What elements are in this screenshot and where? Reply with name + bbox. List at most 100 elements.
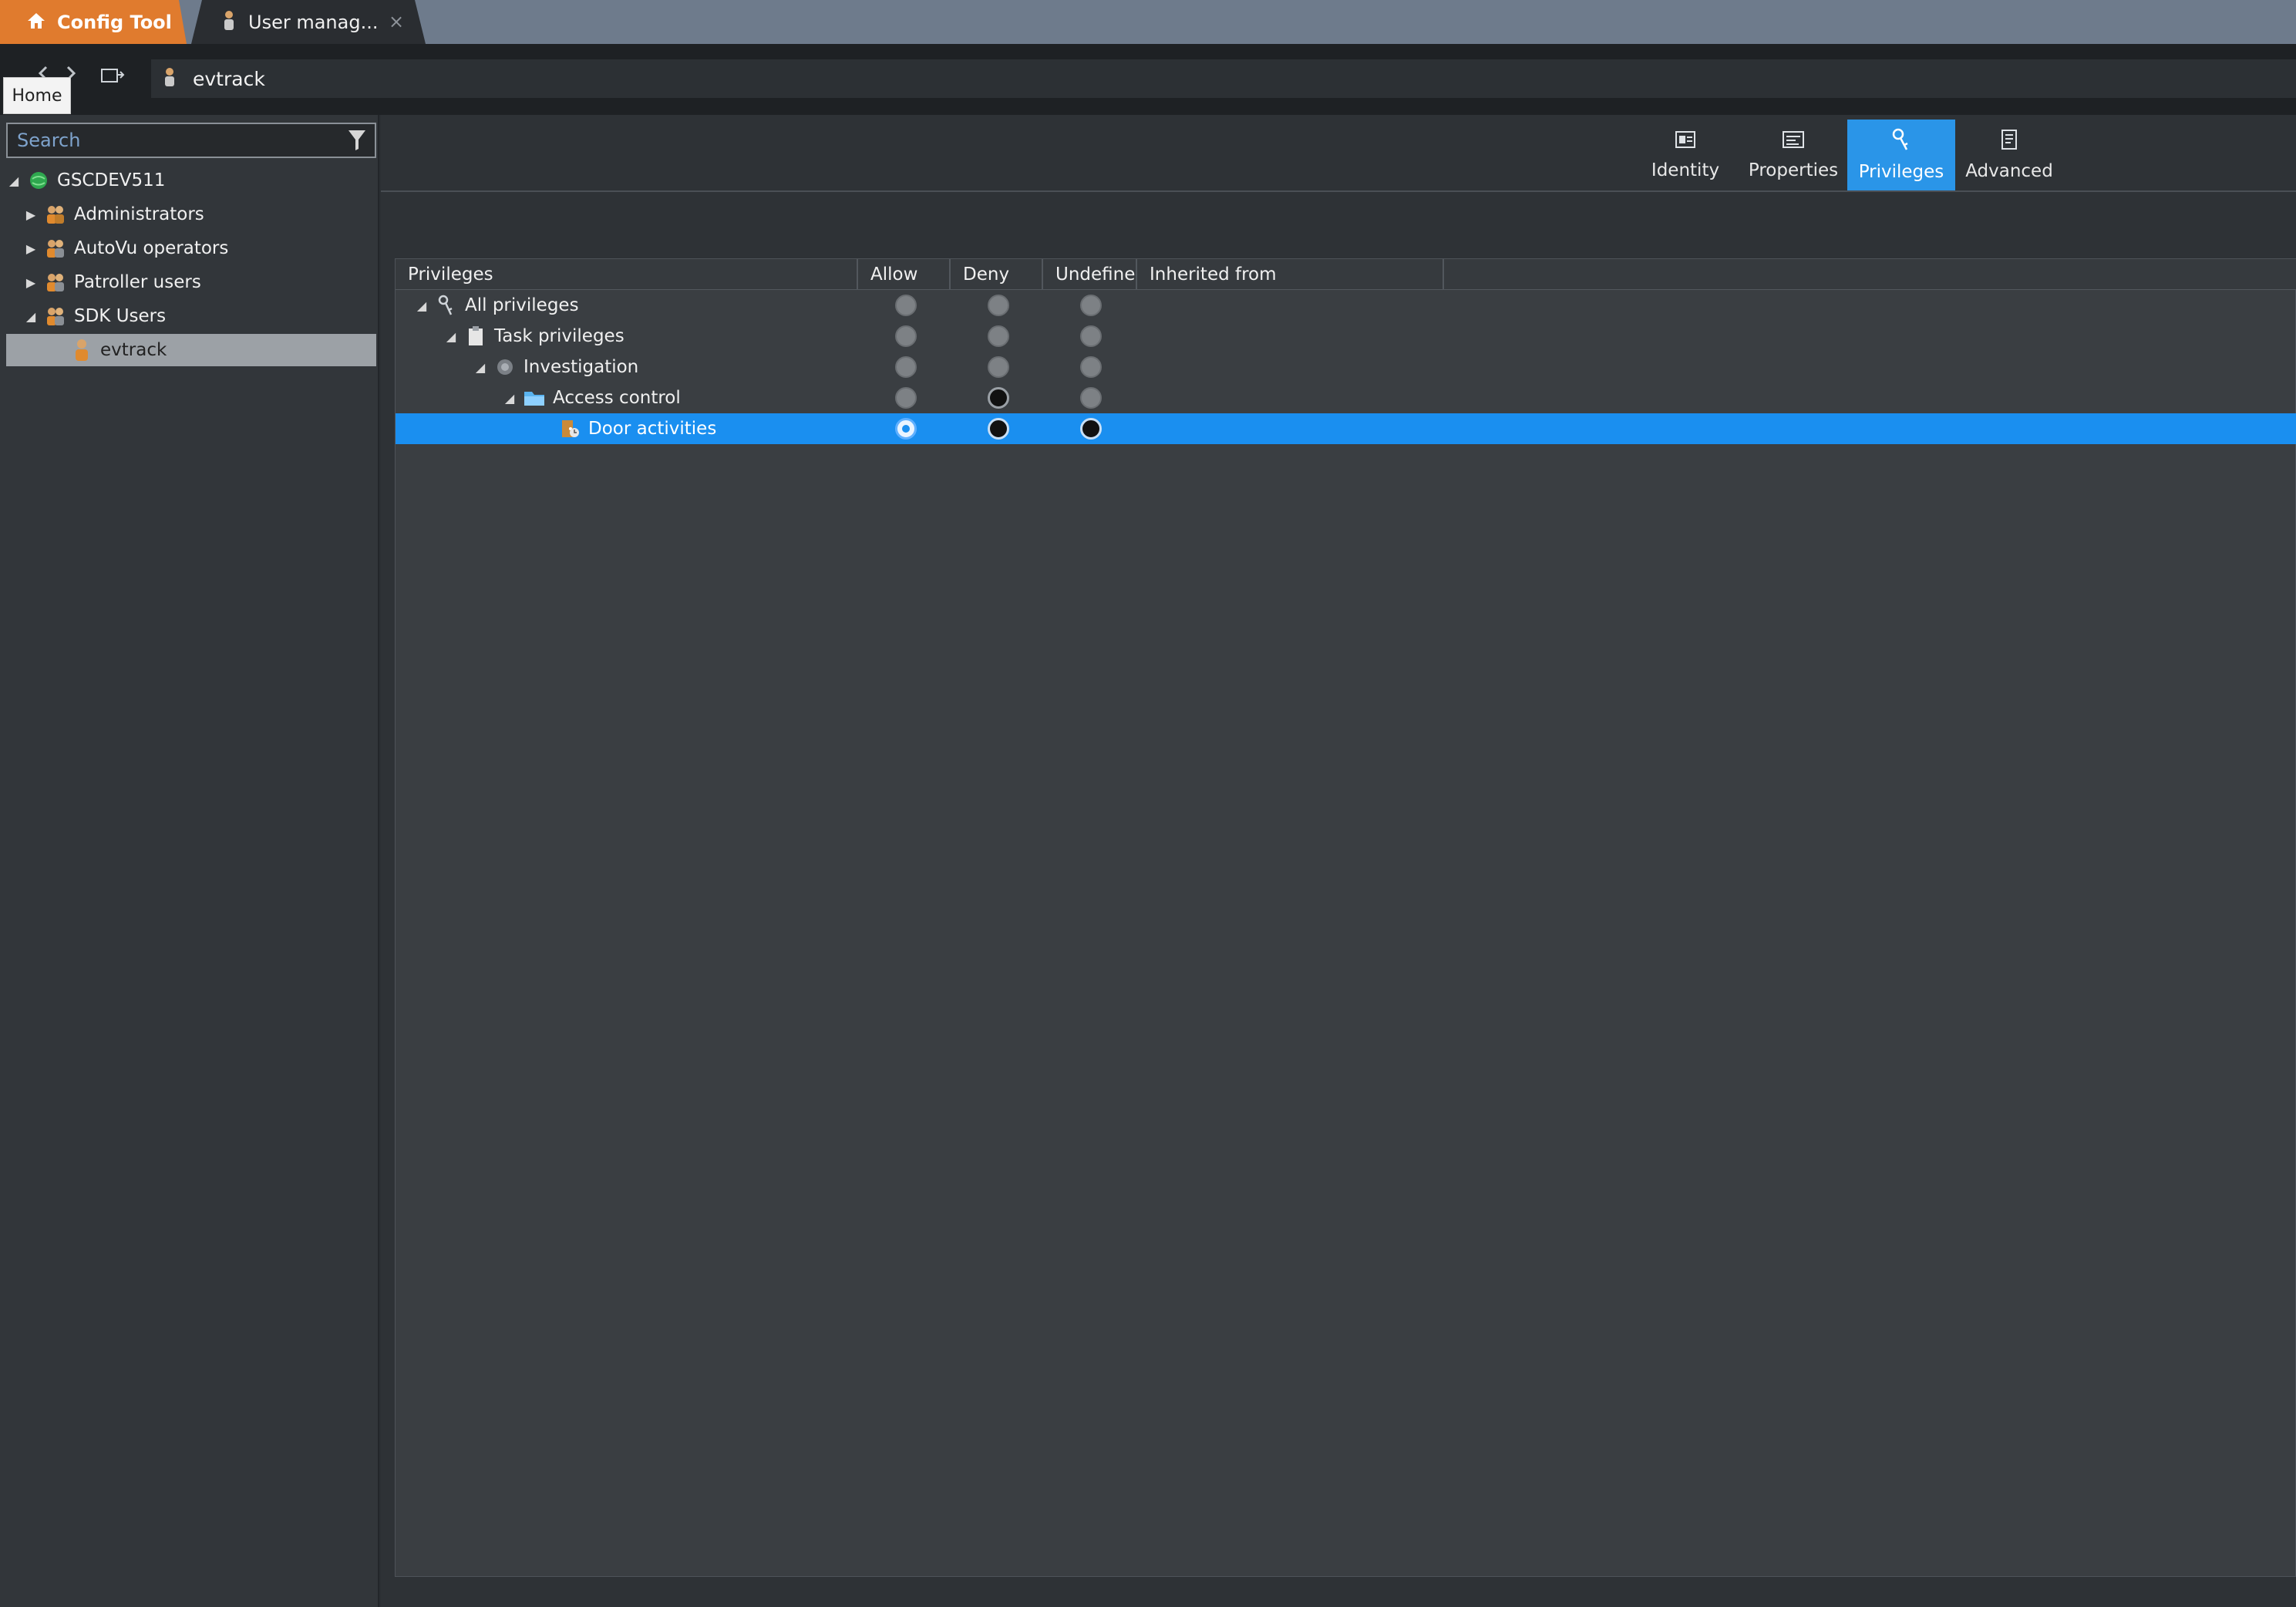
privilege-row-investigation[interactable]: ◢ Investigation	[396, 352, 2296, 382]
tree-item-autovu-operators[interactable]: ▶ AutoVu operators	[6, 232, 376, 264]
tab-properties-label: Properties	[1748, 160, 1839, 180]
undefine-radio[interactable]	[1080, 387, 1102, 409]
collapsed-triangle-icon[interactable]: ▶	[23, 241, 39, 256]
home-tooltip: Home	[3, 77, 71, 114]
undefine-radio[interactable]	[1080, 356, 1102, 378]
tab-identity[interactable]: Identity	[1631, 120, 1739, 190]
tree-item-root[interactable]: ◢ GSCDEV511	[6, 164, 376, 197]
main-content-panel: Identity Properties Privileges Advanced …	[381, 115, 2296, 1607]
undefine-radio[interactable]	[1080, 295, 1102, 316]
filter-icon[interactable]	[347, 129, 367, 155]
address-bar: evtrack	[0, 44, 2296, 115]
server-globe-icon	[26, 168, 51, 193]
tab-config-tool[interactable]: Config Tool	[0, 0, 187, 44]
allow-radio[interactable]	[895, 387, 917, 409]
tree-item-label: Patroller users	[74, 272, 201, 292]
tree-item-sdk-users[interactable]: ◢ SDK Users	[6, 300, 376, 332]
privilege-label: Investigation	[524, 357, 639, 377]
investigation-icon	[493, 355, 517, 379]
column-header-undefine[interactable]: Undefine	[1043, 259, 1137, 290]
address-field[interactable]: evtrack	[151, 59, 2296, 98]
properties-icon	[1782, 130, 1805, 160]
expanded-triangle-icon[interactable]: ◢	[6, 174, 22, 188]
deny-radio[interactable]	[988, 295, 1009, 316]
undefine-radio[interactable]	[1080, 325, 1102, 347]
entity-tree-panel: ◢ GSCDEV511 ▶ Administrators ▶ AutoVu op…	[0, 115, 379, 1607]
collapsed-triangle-icon[interactable]: ▶	[23, 275, 39, 290]
tab-user-management[interactable]: User manag... ×	[191, 0, 426, 44]
expanded-triangle-icon[interactable]: ◢	[443, 329, 459, 344]
column-header-inherited-from[interactable]: Inherited from	[1137, 259, 1444, 290]
privilege-row-all-privileges[interactable]: ◢ All privileges	[396, 290, 2296, 321]
home-icon	[26, 12, 46, 33]
allow-radio[interactable]	[895, 295, 917, 316]
tree-item-patroller-users[interactable]: ▶ Patroller users	[6, 266, 376, 298]
user-group-icon	[43, 270, 68, 295]
toolbar-divider	[381, 190, 2296, 192]
privilege-label: Access control	[553, 388, 681, 408]
privilege-label: Door activities	[588, 419, 717, 439]
privilege-name: ◢ Access control	[502, 382, 681, 413]
expanded-triangle-icon[interactable]: ◢	[502, 391, 517, 406]
column-header-privileges[interactable]: Privileges	[396, 259, 858, 290]
expanded-triangle-icon[interactable]: ◢	[473, 360, 488, 375]
user-group-icon	[43, 202, 68, 227]
tab-privileges-label: Privileges	[1858, 162, 1944, 182]
tab-privileges[interactable]: Privileges	[1847, 120, 1955, 190]
deny-radio[interactable]	[988, 387, 1009, 409]
deny-radio[interactable]	[988, 325, 1009, 347]
grid-header: Privileges Allow Deny Undefine Inherited…	[396, 259, 2296, 290]
tree-item-administrators[interactable]: ▶ Administrators	[6, 198, 376, 231]
deny-radio[interactable]	[988, 356, 1009, 378]
deny-radio[interactable]	[988, 418, 1009, 440]
tree-item-evtrack[interactable]: evtrack	[6, 334, 376, 366]
privilege-row-access-control[interactable]: ◢ Access control	[396, 382, 2296, 413]
folder-icon	[522, 386, 547, 410]
tab-advanced-label: Advanced	[1965, 161, 2053, 181]
expanded-triangle-icon[interactable]: ◢	[414, 298, 429, 313]
user-icon	[69, 338, 94, 362]
column-header-deny[interactable]: Deny	[951, 259, 1043, 290]
privilege-label: Task privileges	[494, 326, 624, 346]
tree-item-label: Administrators	[74, 204, 204, 224]
privilege-name: ◢ Task privileges	[443, 321, 624, 352]
tree-item-label: GSCDEV511	[57, 170, 166, 190]
tree-item-label: evtrack	[100, 340, 167, 360]
collapsed-triangle-icon[interactable]: ▶	[23, 207, 39, 222]
privilege-row-door-activities[interactable]: Door activities	[396, 413, 2296, 444]
allow-radio[interactable]	[895, 356, 917, 378]
tab-properties[interactable]: Properties	[1739, 120, 1847, 190]
user-group-icon	[43, 236, 68, 261]
view-tabs: Identity Properties Privileges Advanced	[1631, 120, 2063, 190]
identity-card-icon	[1675, 130, 1696, 160]
privilege-name: ◢ Investigation	[473, 352, 638, 382]
privilege-label: All privileges	[465, 295, 579, 315]
column-header-allow[interactable]: Allow	[858, 259, 951, 290]
close-tab-icon[interactable]: ×	[389, 11, 404, 32]
advanced-document-icon	[2000, 129, 2018, 161]
allow-radio[interactable]	[895, 418, 917, 440]
tab-user-management-label: User manag...	[248, 11, 379, 33]
user-icon	[163, 67, 176, 90]
tab-config-tool-label: Config Tool	[57, 11, 172, 33]
search-box[interactable]	[6, 123, 376, 158]
tab-strip: Config Tool User manag... ×	[0, 0, 2296, 44]
key-icon	[434, 293, 459, 318]
door-activities-icon	[557, 416, 582, 441]
expanded-triangle-icon[interactable]: ◢	[23, 309, 39, 324]
user-group-icon	[43, 304, 68, 328]
privileges-grid: Privileges Allow Deny Undefine Inherited…	[395, 258, 2296, 1577]
tree-item-label: AutoVu operators	[74, 238, 229, 258]
address-path-item[interactable]: evtrack	[193, 68, 265, 90]
browse-icon[interactable]	[100, 67, 125, 92]
privileges-key-icon	[1891, 128, 1911, 162]
user-icon	[222, 10, 236, 35]
allow-radio[interactable]	[895, 325, 917, 347]
privilege-row-task-privileges[interactable]: ◢ Task privileges	[396, 321, 2296, 352]
search-input[interactable]	[17, 130, 341, 151]
privilege-name: Door activities	[553, 413, 716, 444]
undefine-radio[interactable]	[1080, 418, 1102, 440]
privilege-name: ◢ All privileges	[414, 290, 579, 321]
tab-advanced[interactable]: Advanced	[1955, 120, 2063, 190]
clipboard-icon	[463, 324, 488, 349]
